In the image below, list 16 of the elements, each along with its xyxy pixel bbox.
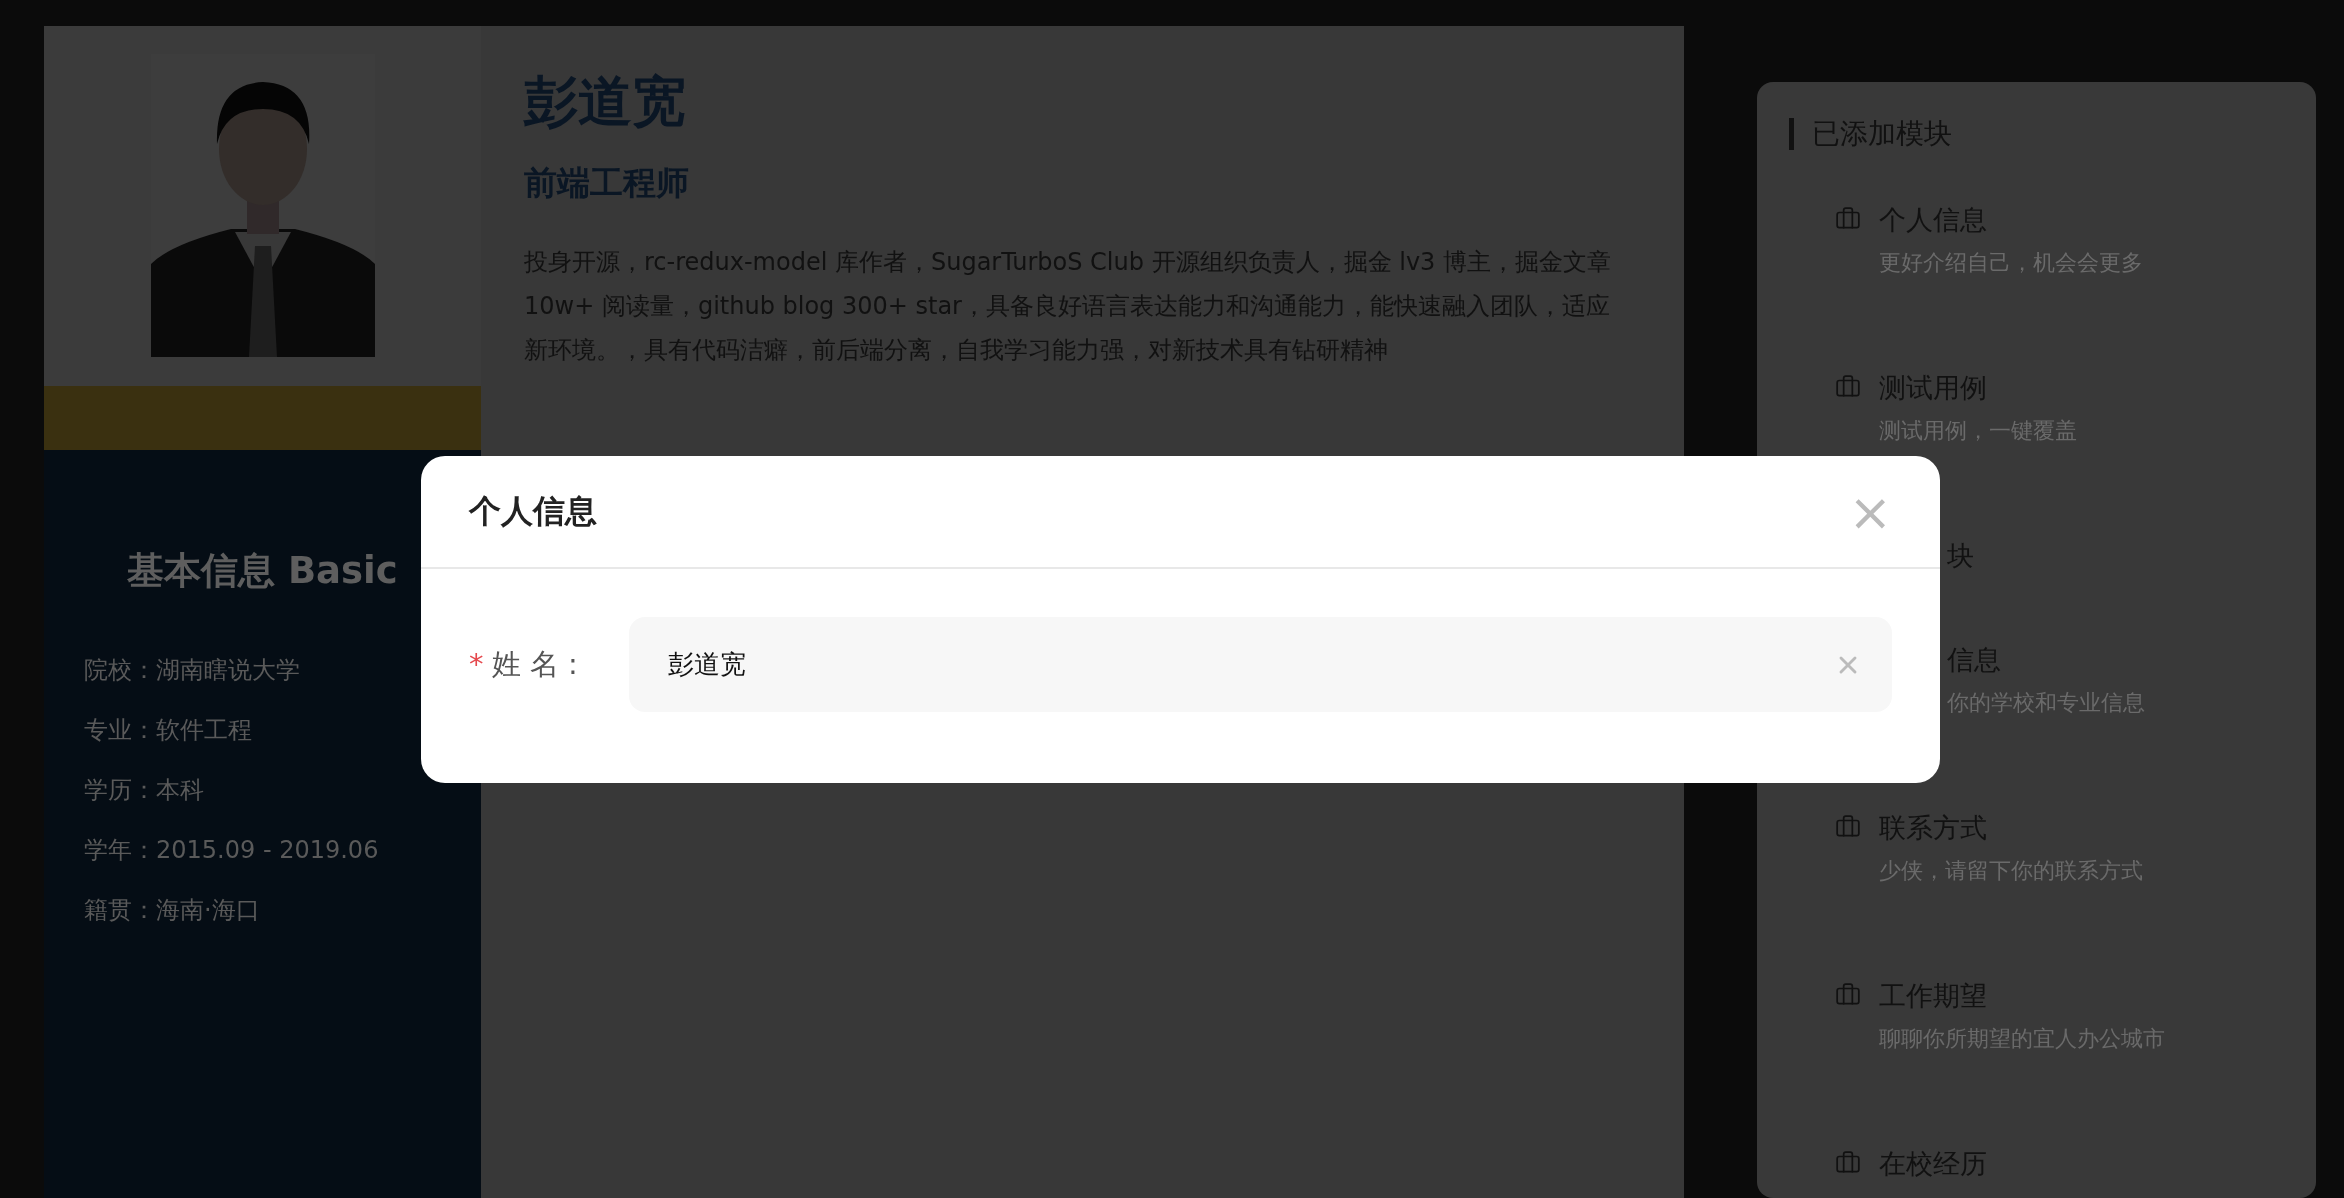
info-fact: 学年：2015.09 - 2019.06 <box>84 835 379 866</box>
briefcase-icon <box>1835 982 1861 1008</box>
name-input-field[interactable]: 彭道宽 <box>629 617 1892 712</box>
info-fact: 院校：湖南瞎说大学 <box>84 655 300 686</box>
close-button[interactable]: × <box>1848 485 1892 538</box>
info-fact: 专业：软件工程 <box>84 715 252 746</box>
briefcase-icon <box>1835 206 1861 232</box>
info-fact: 籍贯：海南·海口 <box>84 895 260 926</box>
briefcase-icon <box>1835 814 1861 840</box>
briefcase-icon <box>1835 374 1861 400</box>
field-label: * 姓 名 : <box>469 645 579 683</box>
dialog-title: 个人信息 <box>469 490 597 532</box>
briefcase-icon <box>1835 1150 1861 1176</box>
text-input[interactable]: 彭道宽 <box>666 648 1834 681</box>
section-title: 基本信息 Basic <box>127 548 398 594</box>
info-fact: 学历：本科 <box>84 775 204 806</box>
